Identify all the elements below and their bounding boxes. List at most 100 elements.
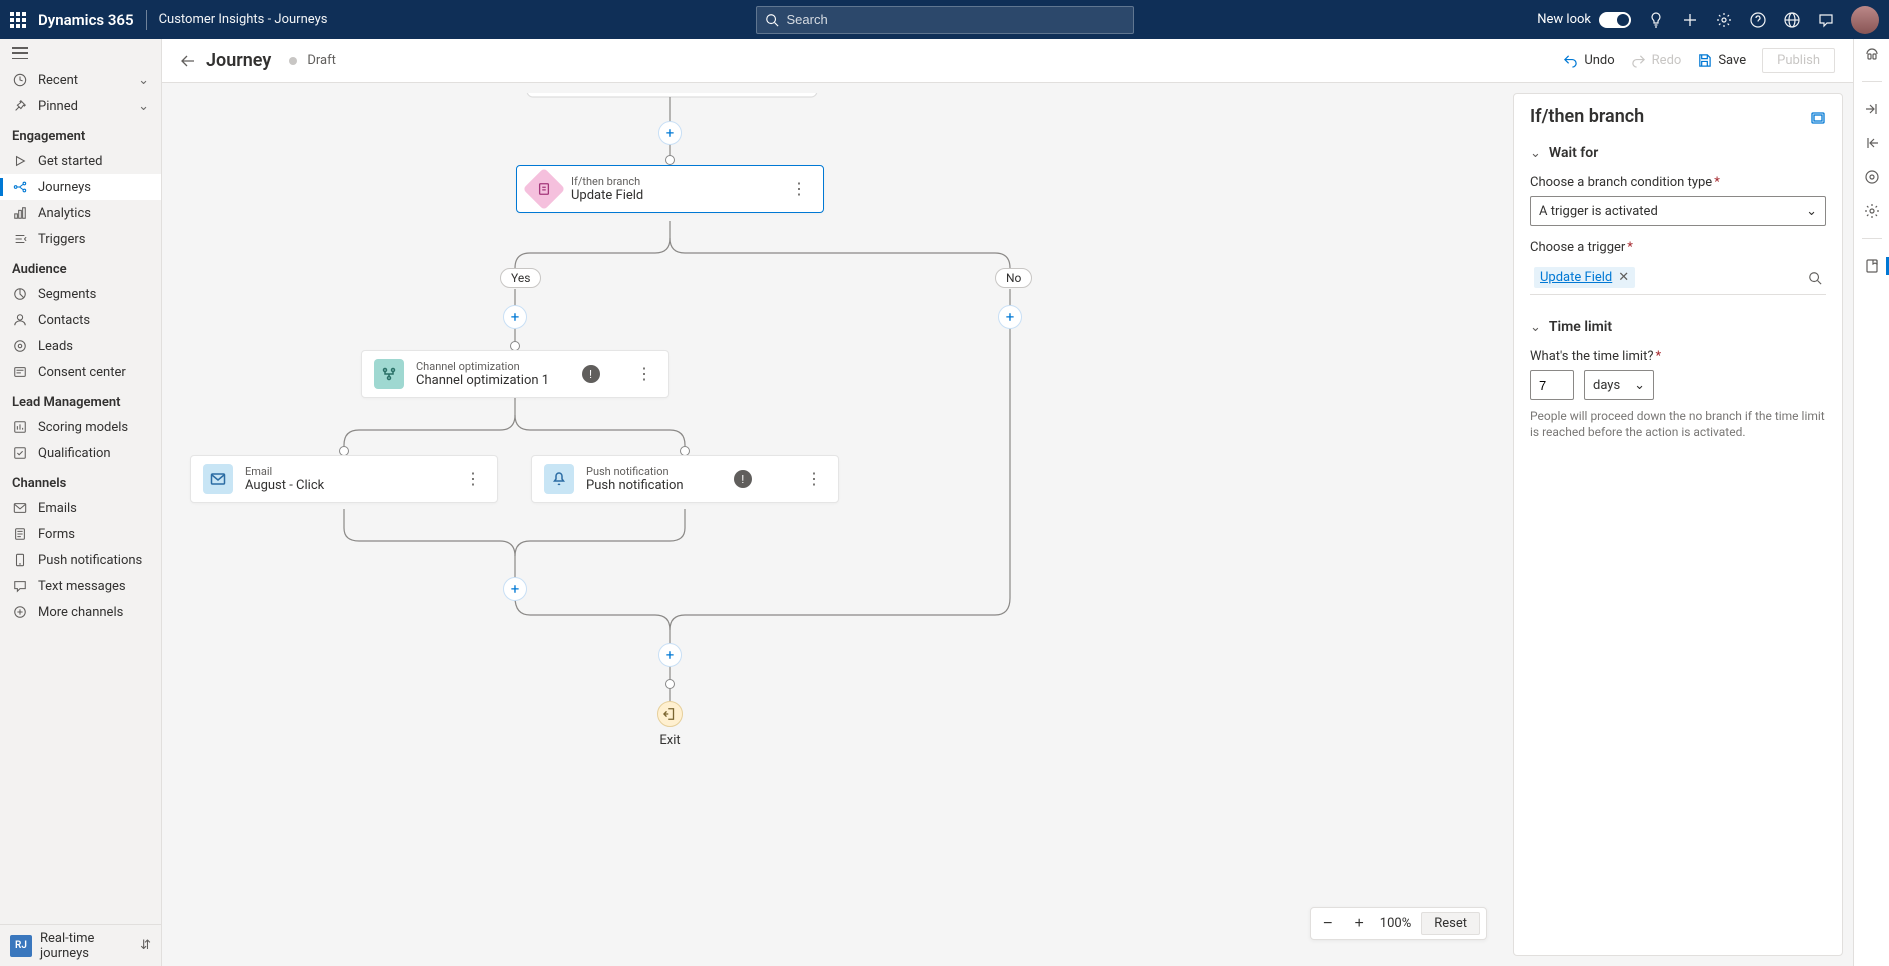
- time-unit-select[interactable]: days ⌄: [1584, 370, 1654, 400]
- trigger-link[interactable]: Update Field: [1540, 270, 1612, 285]
- search-icon[interactable]: [1808, 271, 1822, 285]
- node-channel-optimization[interactable]: Channel optimization Channel optimizatio…: [361, 350, 669, 398]
- node-menu-button[interactable]: ⋮: [632, 366, 656, 382]
- zoom-control: − + 100% Reset: [1310, 907, 1487, 940]
- sidebar-contacts[interactable]: Contacts: [0, 307, 161, 333]
- sidebar-push[interactable]: Push notifications: [0, 547, 161, 573]
- area-switcher[interactable]: RJ Real-time journeys ⇵: [0, 924, 161, 966]
- channel-opt-icon: [374, 359, 404, 389]
- connector-dot: [665, 155, 675, 165]
- section-time-limit[interactable]: ⌄ Time limit: [1530, 319, 1826, 335]
- add-node-button[interactable]: +: [658, 121, 682, 145]
- rail-collapse-icon[interactable]: [1863, 134, 1881, 152]
- plus-icon[interactable]: [1681, 11, 1699, 29]
- label: Forms: [38, 527, 75, 542]
- label: Text messages: [38, 579, 126, 594]
- branch-condition-select[interactable]: A trigger is activated ⌄: [1530, 196, 1826, 226]
- add-node-button[interactable]: +: [998, 305, 1022, 329]
- node-push[interactable]: Push notification Push notification ! ⋮: [531, 455, 839, 503]
- app-launcher-icon[interactable]: [10, 12, 26, 28]
- rail-notes-icon[interactable]: [1854, 257, 1889, 275]
- chevron-updown-icon: ⇵: [140, 938, 151, 953]
- zoom-in-button[interactable]: +: [1348, 914, 1369, 934]
- branch-yes-label: Yes: [500, 268, 541, 288]
- sidebar-consent[interactable]: Consent center: [0, 359, 161, 385]
- more-icon: [12, 604, 28, 620]
- leads-icon: [12, 338, 28, 354]
- chat-icon[interactable]: [1817, 11, 1835, 29]
- sidebar-get-started[interactable]: Get started: [0, 148, 161, 174]
- remove-trigger-button[interactable]: ✕: [1618, 270, 1629, 285]
- globe-icon[interactable]: [1783, 11, 1801, 29]
- publish-button[interactable]: Publish: [1762, 48, 1835, 73]
- add-node-button[interactable]: +: [503, 577, 527, 601]
- exit-node-icon: [657, 701, 683, 727]
- rail-copilot-icon[interactable]: [1863, 45, 1881, 63]
- sidebar-journeys[interactable]: Journeys: [0, 174, 161, 200]
- sidebar-pinned[interactable]: Pinned ⌄: [0, 93, 161, 119]
- bell-icon: [544, 464, 574, 494]
- rail-settings-icon[interactable]: [1863, 202, 1881, 220]
- zoom-reset-button[interactable]: Reset: [1421, 912, 1480, 935]
- label: Push notifications: [38, 553, 142, 568]
- connectors: [172, 93, 1503, 956]
- search-icon: [765, 13, 779, 27]
- node-menu-button[interactable]: ⋮: [802, 471, 826, 487]
- sidebar-qualification[interactable]: Qualification: [0, 440, 161, 466]
- sidebar-emails[interactable]: Emails: [0, 495, 161, 521]
- node-title: Update Field: [571, 188, 643, 203]
- search-box[interactable]: [756, 6, 1134, 34]
- sidebar-segments[interactable]: Segments: [0, 281, 161, 307]
- sidebar-text[interactable]: Text messages: [0, 573, 161, 599]
- popout-icon[interactable]: [1810, 109, 1826, 125]
- save-button[interactable]: Save: [1697, 53, 1746, 68]
- node-if-then[interactable]: If/then branch Update Field ⋮: [516, 165, 824, 213]
- back-button[interactable]: [180, 53, 196, 69]
- node-menu-button[interactable]: ⋮: [787, 181, 811, 197]
- properties-panel: If/then branch ⌄ Wait for Choose a branc…: [1513, 93, 1843, 956]
- chevron-down-icon: ⌄: [1530, 146, 1541, 161]
- section-wait-for[interactable]: ⌄ Wait for: [1530, 145, 1826, 161]
- help-icon[interactable]: [1749, 11, 1767, 29]
- journey-canvas[interactable]: + If/then branch Update Field ⋮: [172, 93, 1503, 956]
- add-node-button[interactable]: +: [658, 643, 682, 667]
- new-look-toggle[interactable]: [1599, 12, 1631, 28]
- rail-expand-icon[interactable]: [1863, 100, 1881, 118]
- person-icon: [12, 312, 28, 328]
- branch-no-label: No: [995, 268, 1032, 288]
- sidebar-analytics[interactable]: Analytics: [0, 200, 161, 226]
- sidebar-leads[interactable]: Leads: [0, 333, 161, 359]
- undo-button[interactable]: Undo: [1563, 53, 1614, 68]
- chevron-down-icon: ⌄: [1530, 320, 1541, 335]
- label: Wait for: [1549, 145, 1598, 161]
- sidebar-more-channels[interactable]: More channels: [0, 599, 161, 625]
- lightbulb-icon[interactable]: [1647, 11, 1665, 29]
- add-node-button[interactable]: +: [503, 305, 527, 329]
- zoom-out-button[interactable]: −: [1317, 914, 1338, 934]
- avatar[interactable]: [1851, 6, 1879, 34]
- label: Triggers: [38, 232, 85, 247]
- label: Pinned: [38, 99, 78, 114]
- label: Contacts: [38, 313, 90, 328]
- sidebar-forms[interactable]: Forms: [0, 521, 161, 547]
- node-menu-button[interactable]: ⋮: [461, 471, 485, 487]
- app-name: Customer Insights - Journeys: [159, 12, 328, 27]
- brand: Dynamics 365: [38, 11, 134, 29]
- redo-button[interactable]: Redo: [1631, 53, 1682, 68]
- time-limit-helper: People will proceed down the no branch i…: [1530, 408, 1826, 440]
- sidebar-recent[interactable]: Recent ⌄: [0, 67, 161, 93]
- trigger-field[interactable]: Update Field ✕: [1530, 261, 1826, 295]
- sidebar-triggers[interactable]: Triggers: [0, 226, 161, 252]
- trigger-chip: Update Field ✕: [1534, 267, 1635, 288]
- label: Qualification: [38, 446, 111, 461]
- gear-icon[interactable]: [1715, 11, 1733, 29]
- device-icon: [12, 552, 28, 568]
- mail-icon: [12, 500, 28, 516]
- sidebar-scoring[interactable]: Scoring models: [0, 414, 161, 440]
- hamburger-icon[interactable]: [12, 47, 28, 59]
- rail-target-icon[interactable]: [1863, 168, 1881, 186]
- time-value-input[interactable]: [1530, 370, 1574, 400]
- node-email[interactable]: Email August - Click ⋮: [190, 455, 498, 503]
- connector-dot: [665, 679, 675, 689]
- search-input[interactable]: [785, 11, 1125, 28]
